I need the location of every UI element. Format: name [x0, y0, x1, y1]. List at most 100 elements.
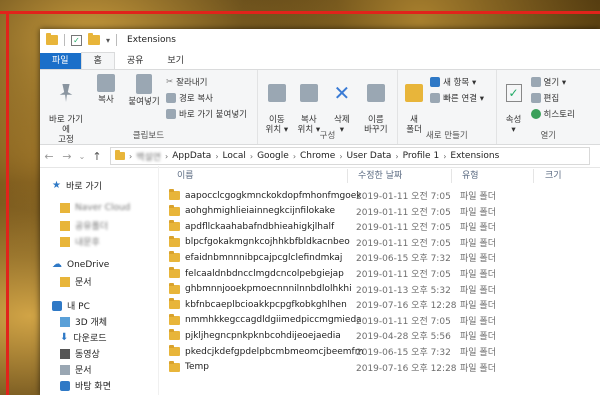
file-type: 파일 폴더: [460, 192, 496, 202]
red-highlight-frame-top: [0, 11, 600, 14]
cut-button[interactable]: ✂ 잘라내기: [166, 76, 207, 88]
breadcrumb-google[interactable]: Google: [257, 151, 289, 161]
nav-documents[interactable]: 문서: [60, 363, 92, 376]
edit-button[interactable]: 편집: [530, 92, 559, 104]
title-separator: [64, 34, 65, 46]
file-type: 파일 폴더: [460, 332, 496, 343]
organize-group: 이동 위치 ▾ 복사 위치 ▾ ✕ 삭제 ▾ 이름 바꾸기 구성: [258, 70, 399, 144]
tab-view[interactable]: 보기: [155, 53, 196, 69]
nav-blurred-item-2[interactable]: 공유폴더: [60, 219, 108, 232]
breadcrumb-separator: ›: [165, 151, 169, 161]
pin-icon: [59, 84, 73, 102]
nav-blurred-item-3[interactable]: 내문후: [60, 235, 100, 248]
column-separator[interactable]: [533, 169, 534, 183]
properties-checkbox-icon[interactable]: ✓: [71, 34, 82, 46]
breadcrumb-profile-1[interactable]: Profile 1: [403, 151, 440, 161]
delete-button[interactable]: ✕ 삭제 ▾: [328, 74, 356, 135]
file-date: 2019-01-11 오전 7:05: [356, 238, 451, 249]
quick-access-dropdown-icon[interactable]: ▾: [106, 36, 110, 45]
new-folder-button[interactable]: 새 폴더: [402, 74, 426, 135]
folder-icon: [169, 313, 180, 325]
breadcrumb-chrome[interactable]: Chrome: [300, 151, 335, 161]
file-date: 2019-07-16 오후 12:28: [356, 301, 457, 312]
recent-locations-chevron-icon[interactable]: ⌄: [76, 152, 88, 161]
column-separator[interactable]: [347, 169, 348, 183]
delete-x-icon: ✕: [333, 81, 351, 105]
nav-blurred-item-1[interactable]: Naver Cloud: [60, 203, 130, 213]
clipboard-group-label: 클립보드: [132, 131, 165, 141]
paste-icon: [136, 74, 152, 94]
paste-shortcut-label: 바로 가기 붙여넣기: [179, 110, 247, 120]
nav-desktop-label: 바탕 화면: [75, 382, 111, 392]
nav-desktop[interactable]: 바탕 화면: [60, 379, 111, 392]
nav-videos[interactable]: 동영상: [60, 347, 100, 360]
nav-videos-label: 동영상: [75, 350, 100, 360]
column-header-size[interactable]: 크기: [545, 166, 562, 186]
nav-onedrive-documents[interactable]: 문서: [60, 275, 92, 288]
tab-share[interactable]: 공유: [115, 53, 156, 69]
copy-to-button[interactable]: 복사 위치 ▾: [294, 74, 324, 135]
folder-icon: [169, 360, 180, 372]
file-date: 2019-01-11 오전 7:05: [356, 270, 451, 280]
title-bar: ✓ ▾ Extensions: [40, 29, 600, 51]
rename-button[interactable]: 이름 바꾸기: [358, 74, 394, 135]
folder-icon: [46, 33, 58, 45]
folder-icon: [60, 220, 70, 231]
paste-label: 붙여넣기: [128, 97, 160, 107]
folder-icon: [60, 276, 70, 287]
new-item-button[interactable]: 새 항목 ▾: [430, 76, 476, 88]
nav-downloads[interactable]: ⬇ 다운로드: [60, 331, 107, 344]
clipboard-group: 바로 가기에 고정 복사 붙여넣기 ✂ 잘라내기 경로 복사 바로 가기 붙여넣…: [40, 70, 258, 145]
up-arrow-icon[interactable]: ↑: [88, 150, 106, 163]
back-arrow-icon[interactable]: ←: [40, 150, 58, 163]
star-icon: ★: [52, 180, 61, 191]
window-title: Extensions: [127, 35, 176, 45]
move-to-button[interactable]: 이동 위치 ▾: [262, 74, 292, 135]
nav-quick-access[interactable]: ★ 바로 가기: [52, 179, 102, 192]
easy-access-button[interactable]: 빠른 연결 ▾: [430, 92, 484, 104]
file-name: aohghmighlieiainnegkcijnfilokake: [185, 206, 336, 217]
file-date: 2019-06-15 오후 7:32: [356, 348, 451, 358]
move-to-icon: [267, 84, 286, 102]
paste-button[interactable]: 붙여넣기: [124, 74, 164, 107]
breadcrumb-separator: ›: [249, 151, 254, 161]
history-button[interactable]: 히스토리: [530, 108, 575, 120]
tab-file[interactable]: 파일: [40, 53, 81, 69]
new-group-label: 새로 만들기: [425, 131, 468, 141]
address-folder-icon: [115, 150, 125, 160]
column-header-name[interactable]: 이름: [177, 166, 194, 186]
column-header-type[interactable]: 유형: [462, 166, 479, 186]
column-separator[interactable]: [451, 169, 452, 183]
copy-button[interactable]: 복사: [92, 74, 120, 105]
folder-icon: [169, 251, 180, 263]
breadcrumb-user-data[interactable]: User Data: [347, 151, 392, 161]
open-label: 열기 ▾: [543, 78, 567, 88]
copy-path-button[interactable]: 경로 복사: [166, 92, 213, 104]
content-area: ★ 바로 가기 Naver Cloud 공유폴더 내문후 ☁ OneDrive: [40, 166, 600, 395]
new-folder-quick-icon[interactable]: [88, 33, 100, 45]
ribbon-tabs: 파일 홈 공유 보기: [40, 51, 600, 69]
file-type: 파일 폴더: [460, 254, 496, 265]
properties-button[interactable]: ✓ 속성 ▾: [501, 74, 527, 135]
nav-this-pc[interactable]: 내 PC: [52, 299, 90, 312]
file-date: 2019-01-11 오전 7:05: [356, 223, 451, 234]
tab-home[interactable]: 홈: [80, 52, 115, 69]
breadcrumb-extensions[interactable]: Extensions: [450, 151, 499, 161]
folder-icon: [169, 220, 180, 232]
nav-3d-objects[interactable]: 3D 개체: [60, 315, 107, 328]
open-button[interactable]: 열기 ▾: [530, 76, 567, 88]
history-label: 히스토리: [543, 110, 575, 120]
nav-3d-objects-label: 3D 개체: [75, 318, 108, 328]
address-bar[interactable]: › 백설연 › AppData › Local › Google › Chrom…: [110, 147, 590, 165]
rename-icon: [366, 84, 385, 102]
forward-arrow-icon[interactable]: →: [58, 150, 76, 163]
file-name: efaidnbmnnnibpcajpcglclefindmkaj: [185, 252, 343, 263]
breadcrumb-separator: ›: [129, 151, 133, 161]
column-header-date[interactable]: 수정한 날짜: [358, 166, 402, 186]
breadcrumb-local[interactable]: Local: [223, 151, 246, 161]
nav-onedrive[interactable]: ☁ OneDrive: [52, 259, 109, 270]
breadcrumb-appdata[interactable]: AppData: [172, 151, 211, 161]
folder-icon: [169, 282, 180, 294]
paste-shortcut-button[interactable]: 바로 가기 붙여넣기: [166, 108, 247, 120]
breadcrumb-user[interactable]: 백설연: [136, 150, 161, 163]
